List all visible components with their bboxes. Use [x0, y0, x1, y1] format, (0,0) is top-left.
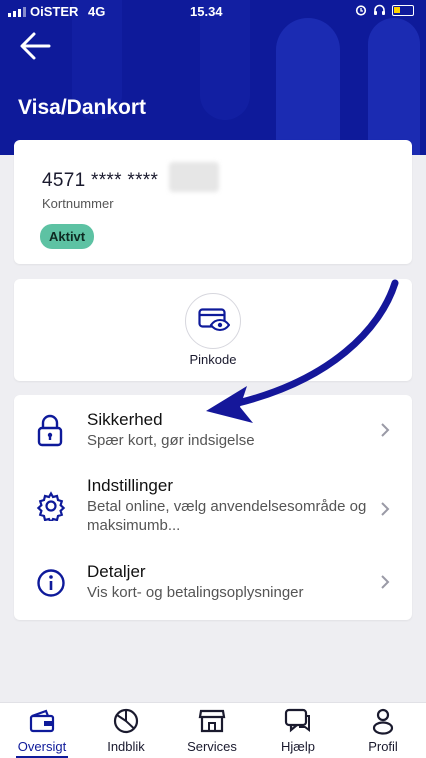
tab-hjaelp[interactable]: Hjælp — [258, 703, 338, 758]
tab-services[interactable]: Services — [172, 703, 252, 758]
chevron-right-icon — [381, 575, 390, 589]
person-icon — [372, 708, 394, 735]
tab-bar: Oversigt Indblik Services Hjælp Profil — [0, 702, 426, 758]
signal-icon — [8, 7, 26, 17]
tab-oversigt[interactable]: Oversigt — [2, 703, 82, 758]
pin-label: Pinkode — [189, 352, 237, 367]
pin-card: Pinkode — [14, 279, 412, 381]
menu-item-subtitle: Spær kort, gør indsigelse — [87, 432, 255, 449]
tab-indblik[interactable]: Indblik — [86, 703, 166, 758]
card-number: 4571 **** **** — [42, 170, 159, 191]
gear-icon — [36, 491, 66, 521]
headphones-icon — [374, 4, 385, 15]
wallet-icon — [29, 709, 55, 733]
pin-button[interactable] — [185, 293, 241, 349]
tab-label: Services — [187, 739, 237, 754]
tab-profil[interactable]: Profil — [343, 703, 423, 758]
menu-item-title: Sikkerhed — [87, 410, 163, 429]
tab-label: Indblik — [107, 739, 145, 754]
header: OiSTER 4G 15.34 Visa/Dankort — [0, 0, 426, 155]
info-icon — [37, 569, 65, 597]
carrier-name: OiSTER — [30, 4, 79, 19]
tab-label: Profil — [368, 739, 398, 754]
chevron-right-icon — [381, 502, 390, 516]
battery-icon — [392, 4, 414, 16]
pie-chart-icon — [113, 708, 139, 734]
menu-item-security[interactable]: Sikkerhed Spær kort, gør indsigelse — [14, 395, 412, 465]
menu-item-subtitle: Betal online, vælg anvendelsesområde og … — [87, 498, 367, 534]
status-badge: Aktivt — [40, 224, 95, 249]
alarm-icon — [355, 5, 367, 16]
tab-label: Oversigt — [17, 739, 67, 754]
menu-item-settings[interactable]: Indstillinger Betal online, vælg anvende… — [14, 467, 412, 547]
back-button[interactable] — [18, 30, 54, 64]
chat-icon — [284, 708, 310, 733]
menu-item-title: Indstillinger — [87, 476, 173, 495]
page-title: Visa/Dankort — [18, 96, 146, 119]
store-icon — [198, 709, 226, 733]
arrow-left-icon — [20, 32, 51, 60]
lock-icon — [37, 414, 63, 447]
clock: 15.34 — [190, 4, 223, 19]
menu-item-details[interactable]: Detaljer Vis kort- og betalingsoplysning… — [14, 550, 412, 618]
menu-item-title: Detaljer — [87, 562, 146, 581]
card-summary: 4571 **** **** Kortnummer Aktivt — [14, 140, 412, 264]
network-type: 4G — [88, 4, 106, 19]
settings-menu: Sikkerhed Spær kort, gør indsigelse Inds… — [14, 395, 412, 620]
status-bar: OiSTER 4G 15.34 — [0, 0, 426, 24]
menu-item-subtitle: Vis kort- og betalingsoplysninger — [87, 584, 304, 601]
card-eye-icon — [198, 308, 230, 332]
chevron-right-icon — [381, 423, 390, 437]
card-number-label: Kortnummer — [42, 196, 114, 211]
card-number-redacted — [169, 162, 219, 192]
tab-label: Hjælp — [281, 739, 315, 754]
